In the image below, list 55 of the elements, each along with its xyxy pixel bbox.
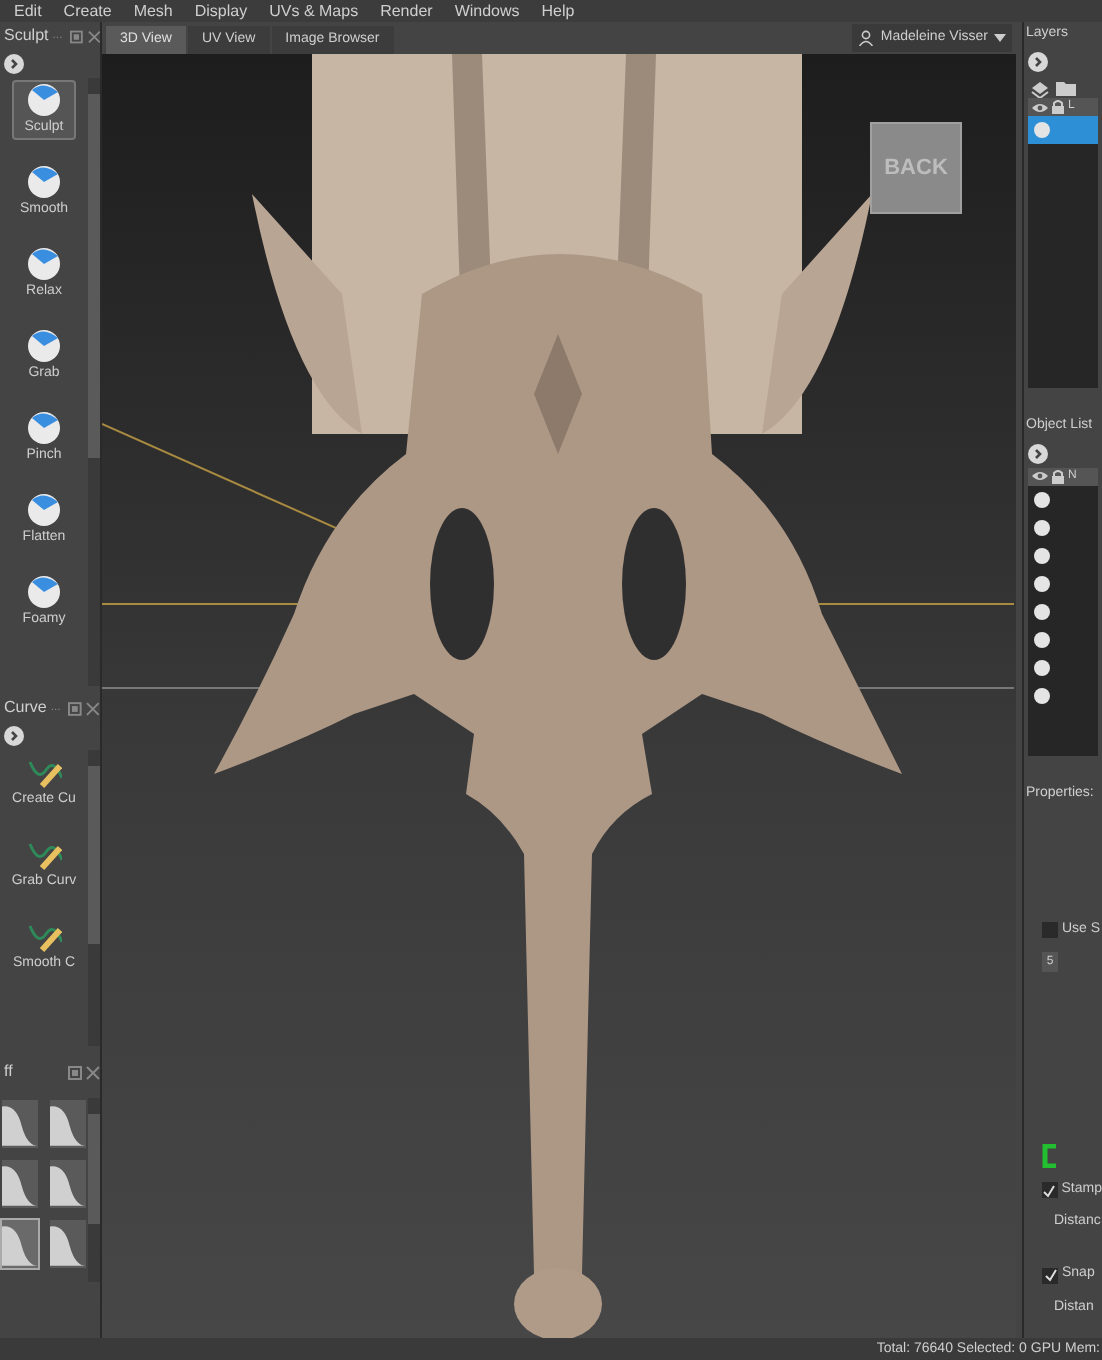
- menu-item[interactable]: Edit: [14, 2, 42, 20]
- close-icon: [86, 701, 100, 715]
- float-icon: [68, 701, 83, 715]
- list-row[interactable]: [1028, 116, 1098, 145]
- checkbox[interactable]: [1042, 922, 1058, 938]
- check-icon: [1042, 1183, 1057, 1197]
- bracket-icon: [1042, 1144, 1058, 1168]
- scroll-bar[interactable]: [88, 1098, 100, 1282]
- falloff-button[interactable]: [0, 1098, 40, 1150]
- check-icon: [1043, 1268, 1057, 1282]
- brush-sphere-icon: [26, 410, 62, 446]
- checkbox[interactable]: [1042, 1182, 1058, 1198]
- close-icon: [87, 29, 100, 43]
- scroll-bar[interactable]: [88, 750, 100, 1046]
- caret-icon: [994, 34, 1006, 42]
- falloff-button[interactable]: [48, 1098, 88, 1150]
- brush-sphere-icon: [26, 328, 62, 364]
- falloff-curve-icon: [50, 1160, 86, 1208]
- sphere-icon: [1034, 122, 1050, 139]
- folder-icon: [1056, 77, 1076, 98]
- tray-title: Curve: [4, 696, 47, 720]
- brush-sphere-icon: [26, 492, 62, 528]
- menu-item[interactable]: Display: [194, 2, 248, 20]
- brush-sphere-icon: [26, 574, 62, 610]
- expand-icon: [1028, 444, 1048, 465]
- menu-item[interactable]: Create: [63, 2, 112, 20]
- float-icon: [68, 1065, 82, 1079]
- falloff-button[interactable]: [48, 1158, 88, 1210]
- brush-sphere-icon: [26, 246, 62, 282]
- falloff-button[interactable]: [48, 1218, 88, 1270]
- falloff-curve-icon: [50, 1220, 86, 1268]
- lock-icon: [1052, 469, 1064, 484]
- menu-item[interactable]: UVs & Maps: [269, 2, 359, 20]
- falloff-curve-icon: [2, 1160, 38, 1208]
- expand-icon: [1028, 52, 1048, 73]
- tray-title: Sculpt: [4, 24, 49, 48]
- layers-icon: [1030, 77, 1050, 98]
- falloff-curve-icon: [2, 1100, 38, 1148]
- checkbox[interactable]: [1042, 1267, 1058, 1283]
- lock-icon: [1052, 100, 1064, 115]
- falloff-button[interactable]: [0, 1218, 40, 1270]
- user-icon: [858, 30, 875, 46]
- brush-sphere-icon: [26, 164, 62, 200]
- menu-item[interactable]: Render: [380, 2, 433, 20]
- tray-title: ff: [4, 1060, 13, 1084]
- falloff-button[interactable]: [0, 1158, 40, 1210]
- scroll-bar[interactable]: [88, 78, 100, 686]
- brush-sphere-icon: [26, 82, 62, 118]
- falloff-curve-icon: [50, 1100, 86, 1148]
- menu-item[interactable]: Mesh: [133, 2, 173, 20]
- close-icon: [86, 1065, 100, 1079]
- menu-item[interactable]: Windows: [454, 2, 520, 20]
- falloff-curve-icon: [2, 1220, 38, 1268]
- float-icon: [70, 29, 84, 43]
- menu-item[interactable]: Help: [541, 2, 575, 20]
